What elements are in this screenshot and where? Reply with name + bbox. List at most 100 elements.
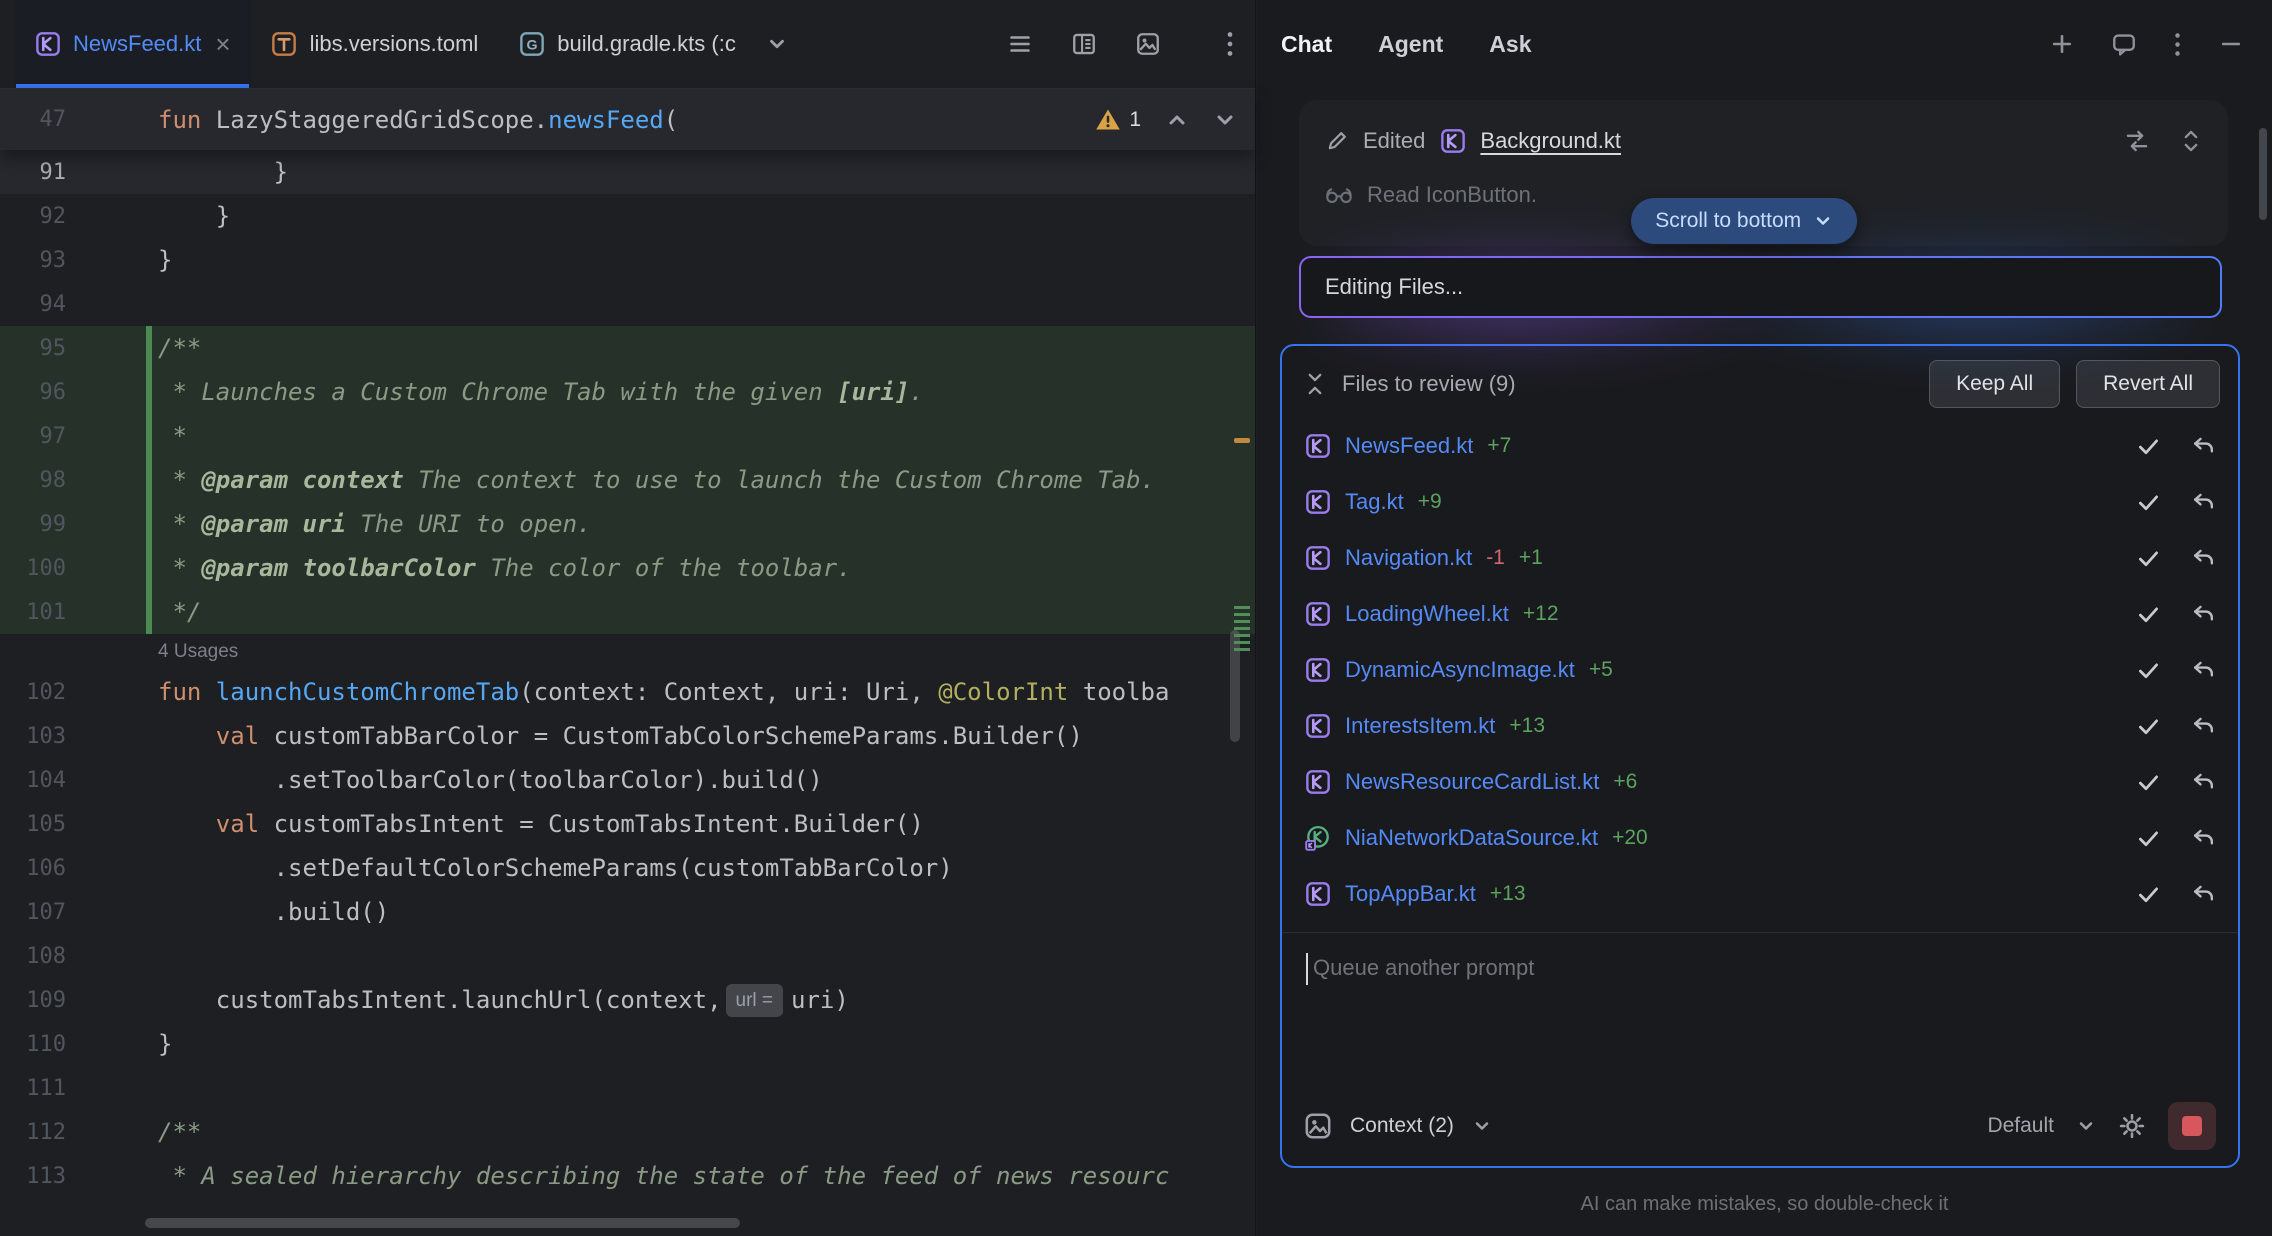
prompt-input[interactable]: Queue another prompt [1282,932,2238,1102]
chat-header: Chat Agent Ask [1257,0,2272,88]
structure-view-icon[interactable] [1007,31,1033,57]
close-icon[interactable]: × [215,31,230,57]
code-line: 109 customTabsIntent.launchUrl(context,u… [0,978,1255,1022]
file-link[interactable]: NiaNetworkDataSource.kt [1345,825,1598,851]
chat-scrollbar[interactable] [2259,128,2267,220]
warning-stripe-mark[interactable] [1234,438,1250,443]
file-link[interactable]: Tag.kt [1345,489,1404,515]
accept-file-button[interactable] [2136,602,2161,627]
edited-label: Edited [1363,128,1425,154]
tab-label: libs.versions.toml [310,31,479,57]
chevron-down-icon[interactable] [1472,1116,1492,1136]
chevron-down-icon[interactable] [766,33,788,55]
more-options-icon[interactable] [1225,31,1235,57]
expand-icon[interactable] [2180,128,2202,154]
editor-tab-build-gradle-kts-c[interactable]: Gbuild.gradle.kts (:c [498,0,756,88]
additions-count: +13 [1490,882,1526,906]
stop-button[interactable] [2168,1102,2216,1150]
kotlin-icon [1304,713,1331,740]
file-link[interactable]: DynamicAsyncImage.kt [1345,657,1575,683]
revert-file-button[interactable] [2191,770,2216,794]
svg-text:G: G [526,37,537,53]
model-selector[interactable]: Default [1987,1114,2054,1138]
chevron-down-icon [1813,211,1833,231]
keep-all-button[interactable]: Keep All [1929,360,2060,408]
collapse-icon[interactable] [1304,371,1326,397]
review-file-row: InterestsItem.kt+13 [1282,698,2238,754]
editor-tab-libs-versions-toml[interactable]: libs.versions.toml [251,0,499,88]
editor-tab-newsfeed-kt[interactable]: NewsFeed.kt × [14,0,251,88]
file-link[interactable]: InterestsItem.kt [1345,713,1495,739]
revert-file-button[interactable] [2191,714,2216,738]
code-text: } [158,1022,172,1066]
additions-count: +20 [1612,826,1648,850]
file-link[interactable]: NewsResourceCardList.kt [1345,769,1599,795]
accept-file-button[interactable] [2136,770,2161,795]
split-preview-icon[interactable] [1071,31,1097,57]
line-number: 106 [0,856,158,881]
revert-all-button[interactable]: Revert All [2076,360,2220,408]
file-link[interactable]: LoadingWheel.kt [1345,601,1509,627]
new-chat-icon[interactable] [2049,31,2075,57]
file-link[interactable]: NewsFeed.kt [1345,433,1473,459]
line-number: 93 [0,248,158,273]
next-issue-icon[interactable] [1213,108,1237,132]
revert-file-button[interactable] [2191,826,2216,850]
accept-file-button[interactable] [2136,826,2161,851]
additions-count: +1 [1519,546,1543,570]
line-number: 47 [0,107,158,132]
review-file-row: NewsResourceCardList.kt +6 [1282,754,2238,810]
file-link[interactable]: TopAppBar.kt [1345,881,1476,907]
revert-file-button[interactable] [2191,546,2216,570]
accept-file-button[interactable] [2136,546,2161,571]
chevron-down-icon[interactable] [2076,1116,2096,1136]
review-file-row: NewsFeed.kt+7 [1282,418,2238,474]
additions-count: +12 [1523,602,1559,626]
tab-agent[interactable]: Agent [1378,31,1443,58]
accept-file-button[interactable] [2136,434,2161,459]
accept-file-button[interactable] [2136,490,2161,515]
kotlin-icon [34,31,61,58]
apply-diff-icon[interactable] [2124,128,2150,154]
review-file-row: LoadingWheel.kt +12 [1282,586,2238,642]
warning-count[interactable]: 1 [1095,108,1141,132]
file-row-actions [2136,826,2216,851]
more-options-icon[interactable] [2173,32,2182,57]
file-link[interactable]: Navigation.kt [1345,545,1472,571]
review-actions: Keep All Revert All [1929,360,2220,408]
revert-file-button[interactable] [2191,882,2216,906]
code-text: * A sealed hierarchy describing the stat… [158,1154,1169,1198]
revert-file-button[interactable] [2191,434,2216,458]
revert-file-button[interactable] [2191,602,2216,626]
image-preview-icon[interactable] [1135,31,1161,57]
context-selector[interactable]: Context (2) [1350,1114,1454,1138]
hide-panel-icon[interactable] [2218,31,2244,57]
review-file-list: NewsFeed.kt+7Tag.kt+9Navigation.kt-1+1Lo… [1282,416,2238,922]
editor-tab-strip: NewsFeed.kt × libs.versions.toml Gbuild.gra… [14,0,756,88]
tab-ask[interactable]: Ask [1489,31,1531,58]
editing-status: Editing Files... [1299,256,2222,318]
additions-count: +6 [1613,770,1637,794]
editor-horizontal-scrollbar[interactable] [145,1218,740,1228]
files-to-review-panel: Files to review (9) Keep All Revert All … [1280,344,2240,1168]
tab-label: NewsFeed.kt [73,31,201,57]
accept-file-button[interactable] [2136,714,2161,739]
edited-file-link[interactable]: Background.kt [1480,128,1621,154]
gear-icon[interactable] [2118,1112,2146,1140]
previous-issue-icon[interactable] [1165,108,1189,132]
accept-file-button[interactable] [2136,882,2161,907]
revert-file-button[interactable] [2191,658,2216,682]
code-text: .setToolbarColor(toolbarColor).build() [158,758,823,802]
scroll-to-bottom-button[interactable]: Scroll to bottom [1631,198,1857,244]
attach-image-icon[interactable] [1304,1112,1332,1140]
sticky-code: fun LazyStaggeredGridScope.newsFeed( [158,98,678,142]
diff-stripe-marks[interactable] [1234,606,1250,652]
file-row-actions [2136,546,2216,571]
edited-file-row: Edited Background.kt [1325,116,2202,166]
editor-pane: NewsFeed.kt × libs.versions.toml Gbuild.gra… [0,0,1256,1236]
tab-chat[interactable]: Chat [1281,31,1332,58]
accept-file-button[interactable] [2136,658,2161,683]
chat-history-icon[interactable] [2111,31,2137,57]
revert-file-button[interactable] [2191,490,2216,514]
usages-inlay-hint[interactable]: 4 Usages [158,641,238,663]
